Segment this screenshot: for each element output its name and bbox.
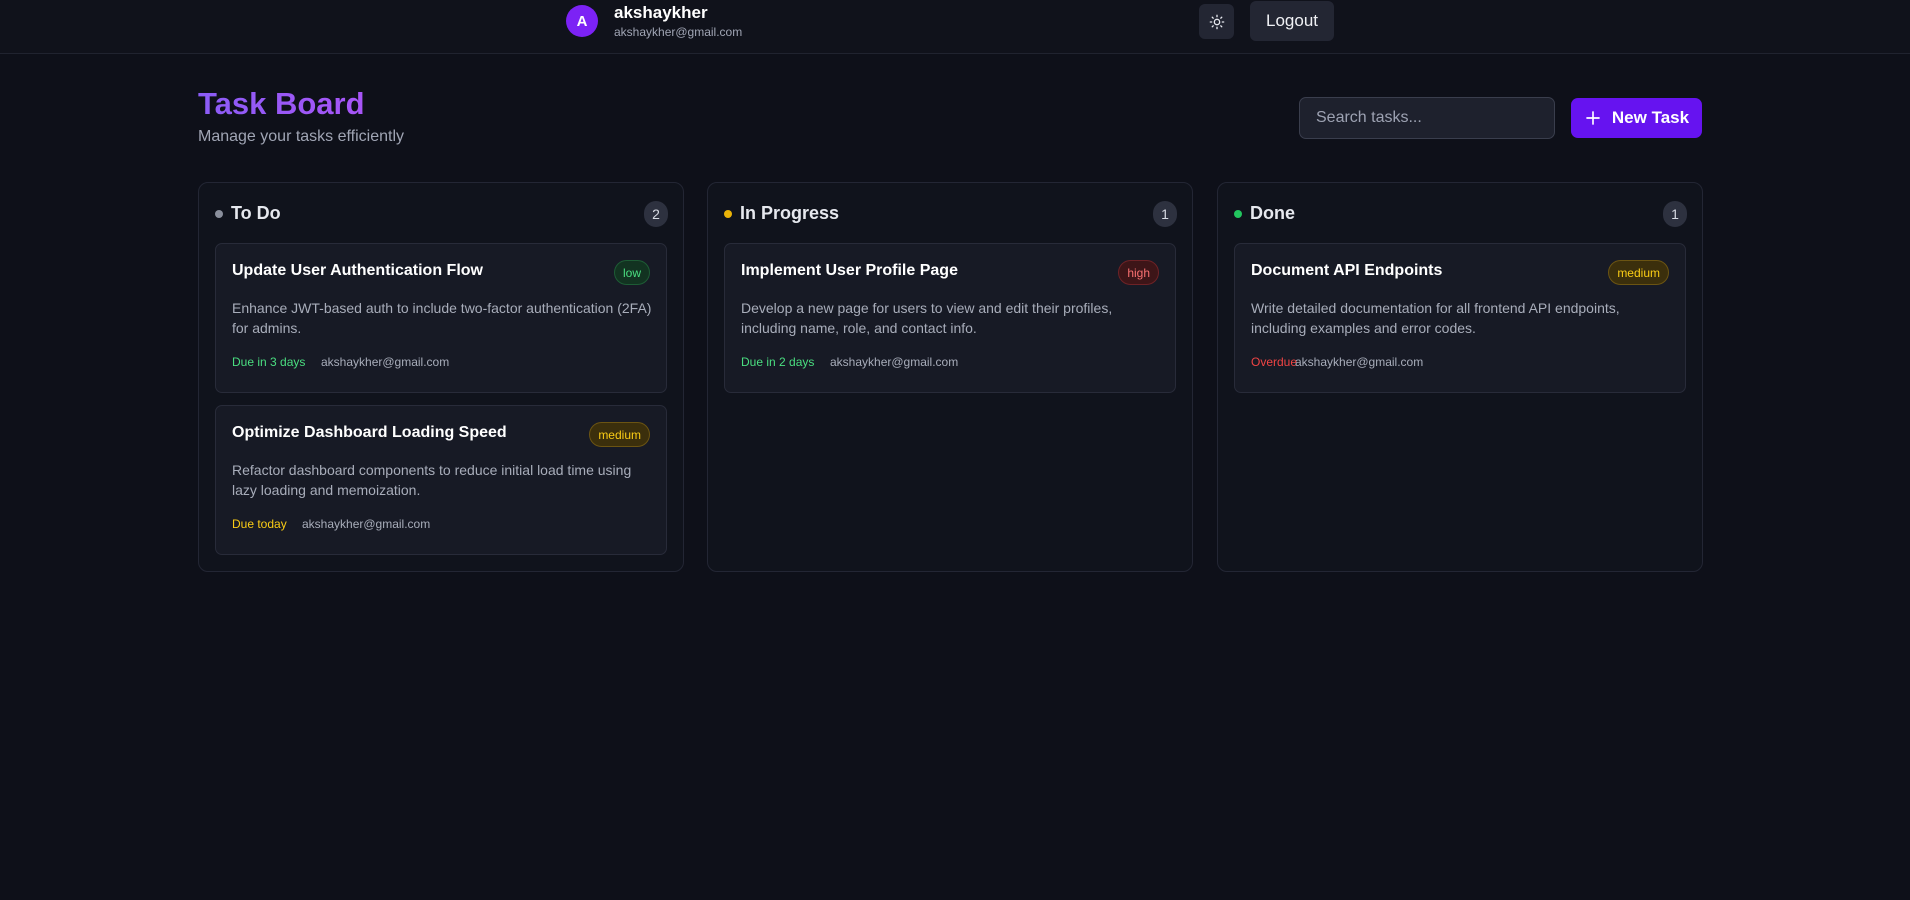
task-title: Implement User Profile Page (741, 262, 958, 279)
task-due-date: Due in 3 days (232, 355, 306, 369)
done-status-dot (1234, 210, 1242, 218)
task-assignee: akshaykher@gmail.com (1295, 355, 1424, 369)
task-card[interactable]: Optimize Dashboard Loading Speed medium … (215, 405, 667, 555)
user-email: akshaykher@gmail.com (614, 25, 743, 39)
task-due-date: Overdue (1251, 355, 1298, 369)
task-card[interactable]: Update User Authentication Flow low Enha… (215, 243, 667, 393)
column-todo: To Do 2 Update User Authentication Flow … (198, 182, 684, 572)
task-due-date: Due in 2 days (741, 355, 815, 369)
column-title: In Progress (740, 203, 840, 223)
new-task-button[interactable]: New Task (1571, 98, 1702, 138)
priority-badge: medium (589, 422, 650, 447)
new-task-label: New Task (1611, 108, 1690, 127)
top-bar: A akshaykher akshaykher@gmail.com Logout (0, 0, 1910, 54)
logout-button[interactable]: Logout (1250, 1, 1334, 41)
column-title: To Do (231, 203, 281, 223)
task-card[interactable]: Implement User Profile Page high Develop… (724, 243, 1176, 393)
priority-badge: high (1118, 260, 1159, 285)
column-title: Done (1250, 203, 1295, 223)
task-title: Optimize Dashboard Loading Speed (232, 424, 507, 441)
column-done: Done 1 Document API Endpoints medium Wri… (1217, 182, 1703, 572)
task-description: Develop a new page for users to view and… (741, 300, 1113, 336)
task-assignee: akshaykher@gmail.com (321, 355, 450, 369)
task-card[interactable]: Document API Endpoints medium Write deta… (1234, 243, 1686, 393)
column-count-badge: 1 (1663, 201, 1687, 227)
column-count-badge: 1 (1153, 201, 1177, 227)
user-name: akshaykher (614, 3, 708, 22)
in-progress-status-dot (724, 210, 732, 218)
task-due-date: Due today (232, 517, 287, 531)
search-input[interactable] (1299, 97, 1555, 139)
plus-icon (1586, 111, 1600, 125)
sun-icon (1209, 14, 1224, 29)
page-subtitle: Manage your tasks efficiently (198, 128, 405, 145)
priority-badge: medium (1608, 260, 1669, 285)
todo-status-dot (215, 210, 223, 218)
task-description: Write detailed documentation for all fro… (1251, 300, 1620, 336)
column-count-badge: 2 (644, 201, 668, 227)
task-description: Refactor dashboard components to reduce … (232, 462, 632, 498)
task-title: Update User Authentication Flow (232, 262, 483, 279)
task-assignee: akshaykher@gmail.com (830, 355, 959, 369)
page-title: Task Board (198, 86, 365, 121)
avatar[interactable]: A (566, 5, 598, 37)
column-in-progress: In Progress 1 Implement User Profile Pag… (707, 182, 1193, 572)
priority-badge: low (613, 260, 650, 285)
task-assignee: akshaykher@gmail.com (302, 517, 431, 531)
task-title: Document API Endpoints (1251, 262, 1443, 279)
task-description: Enhance JWT-based auth to include two-fa… (232, 300, 652, 336)
theme-toggle-button[interactable] (1199, 4, 1234, 39)
